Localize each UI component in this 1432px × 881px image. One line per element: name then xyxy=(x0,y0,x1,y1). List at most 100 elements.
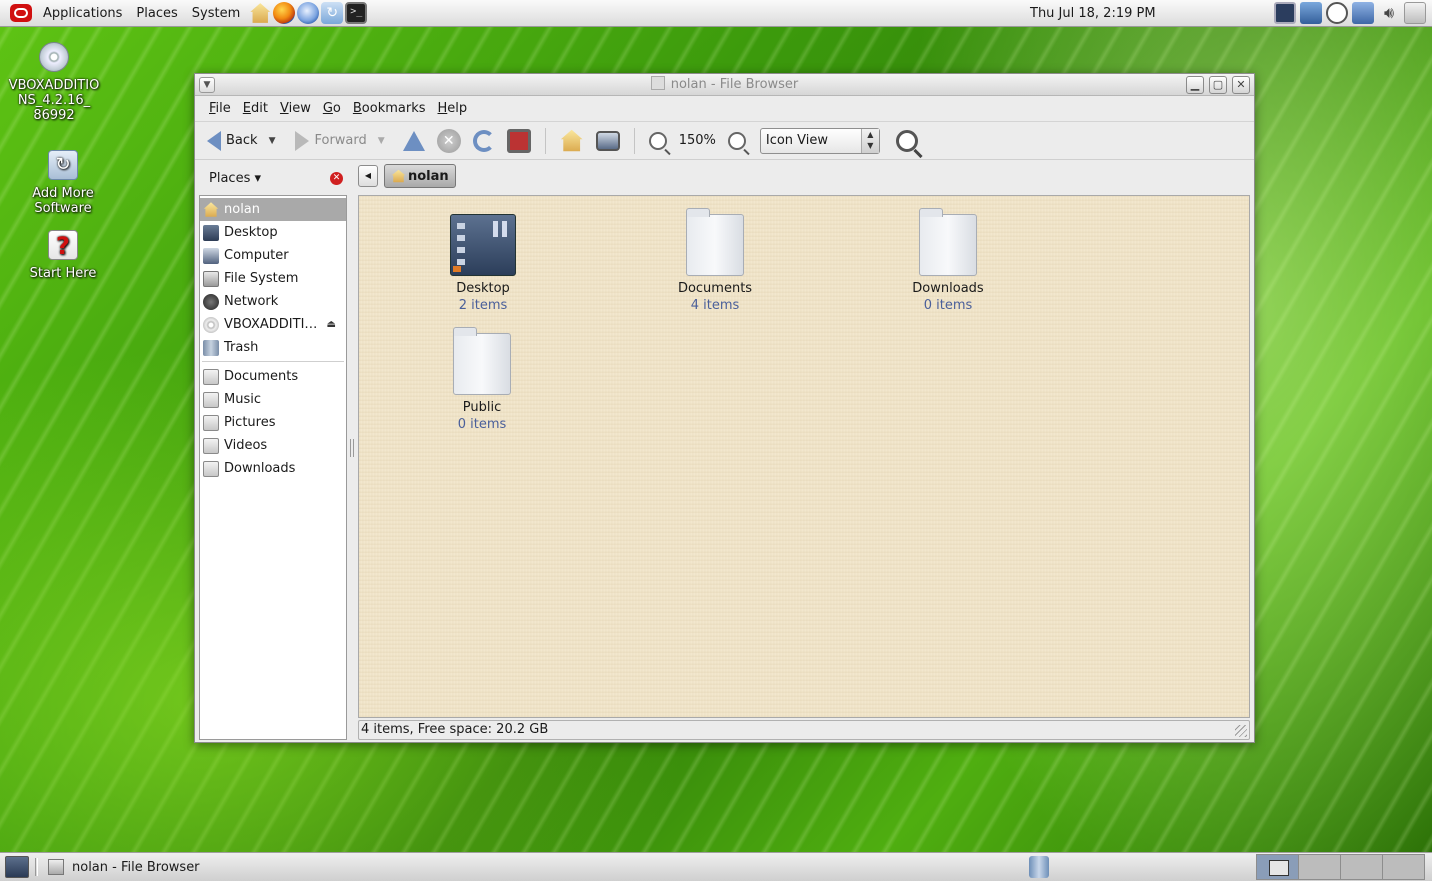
pane-resize-handle[interactable] xyxy=(350,439,354,457)
desktop-icon-vboxadditions[interactable]: VBOXADDITIO NS_4.2.16_ 86992 xyxy=(8,42,100,123)
menu-help[interactable]: Help xyxy=(432,101,474,116)
path-button-label: nolan xyxy=(408,168,449,184)
record-button[interactable] xyxy=(503,127,535,155)
workspace-3[interactable] xyxy=(1340,854,1383,880)
toolbar: Back ▼ Forward ▼ 150% Icon View ▲▼ xyxy=(195,122,1254,160)
search-button[interactable] xyxy=(884,128,922,154)
sidebar-item-label: Desktop xyxy=(224,225,278,240)
show-desktop-button[interactable] xyxy=(5,856,29,878)
menu-file[interactable]: File xyxy=(203,101,237,116)
accessibility-icon[interactable] xyxy=(1352,2,1374,24)
close-sidebar-icon[interactable]: ✕ xyxy=(330,171,343,185)
trash-applet-icon[interactable] xyxy=(1029,856,1049,878)
terminal-icon[interactable]: >_ xyxy=(345,2,368,24)
sidebar-item-network[interactable]: Network xyxy=(200,290,346,313)
computer-button[interactable] xyxy=(592,129,624,153)
sidebar-item-documents[interactable]: Documents xyxy=(200,365,346,388)
forward-button[interactable]: Forward ▼ xyxy=(291,129,388,153)
sidebar-item-videos[interactable]: Videos xyxy=(200,434,346,457)
back-history-dropdown-icon[interactable]: ▼ xyxy=(269,136,276,146)
cd-icon xyxy=(39,42,69,72)
sidebar-item-desktop[interactable]: Desktop xyxy=(200,221,346,244)
file-info: 2 items xyxy=(458,298,508,313)
menu-view[interactable]: View xyxy=(274,101,317,116)
places-sidebar: nolan Desktop Computer File System Netwo… xyxy=(199,195,347,740)
system-monitor-icon[interactable] xyxy=(1274,2,1296,24)
close-button[interactable]: ✕ xyxy=(1232,76,1250,94)
places-menu[interactable]: Places xyxy=(129,0,184,27)
oracle-logo-icon[interactable] xyxy=(10,4,32,22)
minimize-button[interactable]: ▁ xyxy=(1186,76,1204,94)
sidebar-item-label: Music xyxy=(224,392,261,407)
menu-go[interactable]: Go xyxy=(317,101,347,116)
desktop-icon-label: Add More xyxy=(32,186,94,201)
file-item-desktop[interactable]: Desktop 2 items xyxy=(423,214,543,314)
sidebar-item-pictures[interactable]: Pictures xyxy=(200,411,346,434)
places-dropdown[interactable]: Places ▾ xyxy=(209,171,261,186)
workspace-4[interactable] xyxy=(1382,854,1425,880)
panel-handle[interactable] xyxy=(35,858,38,876)
file-item-downloads[interactable]: Downloads 0 items xyxy=(888,208,1008,314)
eject-icon[interactable]: ⏏ xyxy=(327,319,336,330)
path-button-nolan[interactable]: nolan xyxy=(384,164,456,188)
forward-history-dropdown-icon[interactable]: ▼ xyxy=(378,136,385,146)
back-button[interactable]: Back ▼ xyxy=(203,129,279,153)
icon-view[interactable]: Desktop 2 items Documents 4 items Downlo… xyxy=(358,195,1250,718)
network-manager-icon[interactable] xyxy=(1300,2,1322,24)
file-item-documents[interactable]: Documents 4 items xyxy=(655,208,775,314)
resize-grip-icon[interactable] xyxy=(1235,725,1247,737)
home-icon[interactable] xyxy=(250,3,271,23)
software-update-icon[interactable]: ↻ xyxy=(321,2,344,24)
stop-button[interactable] xyxy=(433,127,465,155)
desktop-icon-start-here[interactable]: ? Start Here xyxy=(18,230,108,281)
home-button[interactable] xyxy=(556,127,588,155)
window-titlebar[interactable]: ▼ nolan - File Browser ▁ ▢ ✕ xyxy=(195,74,1254,96)
clock-icon[interactable] xyxy=(1326,2,1348,24)
folder-icon xyxy=(203,460,219,477)
desktop-folder-emblem xyxy=(453,266,461,272)
thunderbird-icon[interactable] xyxy=(297,2,320,24)
sidebar-item-label: Documents xyxy=(224,369,299,384)
sidebar-item-music[interactable]: Music xyxy=(200,388,346,411)
sidebar-item-downloads[interactable]: Downloads xyxy=(200,457,346,480)
places-list: nolan Desktop Computer File System Netwo… xyxy=(200,198,346,480)
sidebar-item-label: VBOXADDITI… xyxy=(224,317,318,332)
volume-icon[interactable]: 🔊︎ xyxy=(1378,2,1400,24)
workspace-1[interactable] xyxy=(1256,854,1299,880)
desktop-icon-label: Start Here xyxy=(29,266,97,281)
folder-icon xyxy=(203,368,219,385)
workspace-2[interactable] xyxy=(1298,854,1341,880)
reload-button[interactable] xyxy=(469,128,499,154)
cd-icon xyxy=(203,316,219,333)
desktop-icon-label: VBOXADDITIO xyxy=(8,78,100,93)
menu-bookmarks[interactable]: Bookmarks xyxy=(347,101,432,116)
firefox-icon[interactable] xyxy=(273,2,296,24)
panel-clock[interactable]: Thu Jul 18, 2:19 PM xyxy=(1030,0,1156,27)
top-panel: Applications Places System ↻ >_ Thu Jul … xyxy=(0,0,1432,27)
sidebar-separator xyxy=(202,361,344,362)
maximize-button[interactable]: ▢ xyxy=(1209,76,1227,94)
sidebar-item-nolan[interactable]: nolan xyxy=(200,198,346,221)
path-scroll-left-button[interactable]: ◀ xyxy=(358,165,378,187)
system-menu[interactable]: System xyxy=(185,0,247,27)
sidebar-item-trash[interactable]: Trash xyxy=(200,336,346,359)
view-mode-select[interactable]: Icon View ▲ ▼ xyxy=(759,127,880,154)
sidebar-item-computer[interactable]: Computer xyxy=(200,244,346,267)
desktop-icon-add-more-software[interactable]: ↻ Add More Software xyxy=(18,150,108,216)
applications-menu[interactable]: Applications xyxy=(36,0,129,27)
taskbar-item-file-browser[interactable]: nolan - File Browser xyxy=(46,856,200,878)
zoom-out-button[interactable] xyxy=(645,130,671,152)
zoom-level[interactable]: 150% xyxy=(675,133,720,148)
sidebar-item-vboxadditions[interactable]: VBOXADDITI… ⏏ xyxy=(200,313,346,336)
zoom-in-button[interactable] xyxy=(724,130,750,152)
menu-edit[interactable]: Edit xyxy=(237,101,274,116)
computer-icon xyxy=(203,247,219,264)
up-button[interactable] xyxy=(399,129,429,153)
file-item-public[interactable]: Public 0 items xyxy=(422,327,542,433)
sidebar-item-file-system[interactable]: File System xyxy=(200,267,346,290)
file-info: 0 items xyxy=(923,298,973,313)
battery-icon[interactable] xyxy=(1404,2,1426,24)
folder-icon xyxy=(203,414,219,431)
bottom-panel: nolan - File Browser xyxy=(0,852,1432,881)
places-dropdown-label: Places xyxy=(209,170,251,186)
